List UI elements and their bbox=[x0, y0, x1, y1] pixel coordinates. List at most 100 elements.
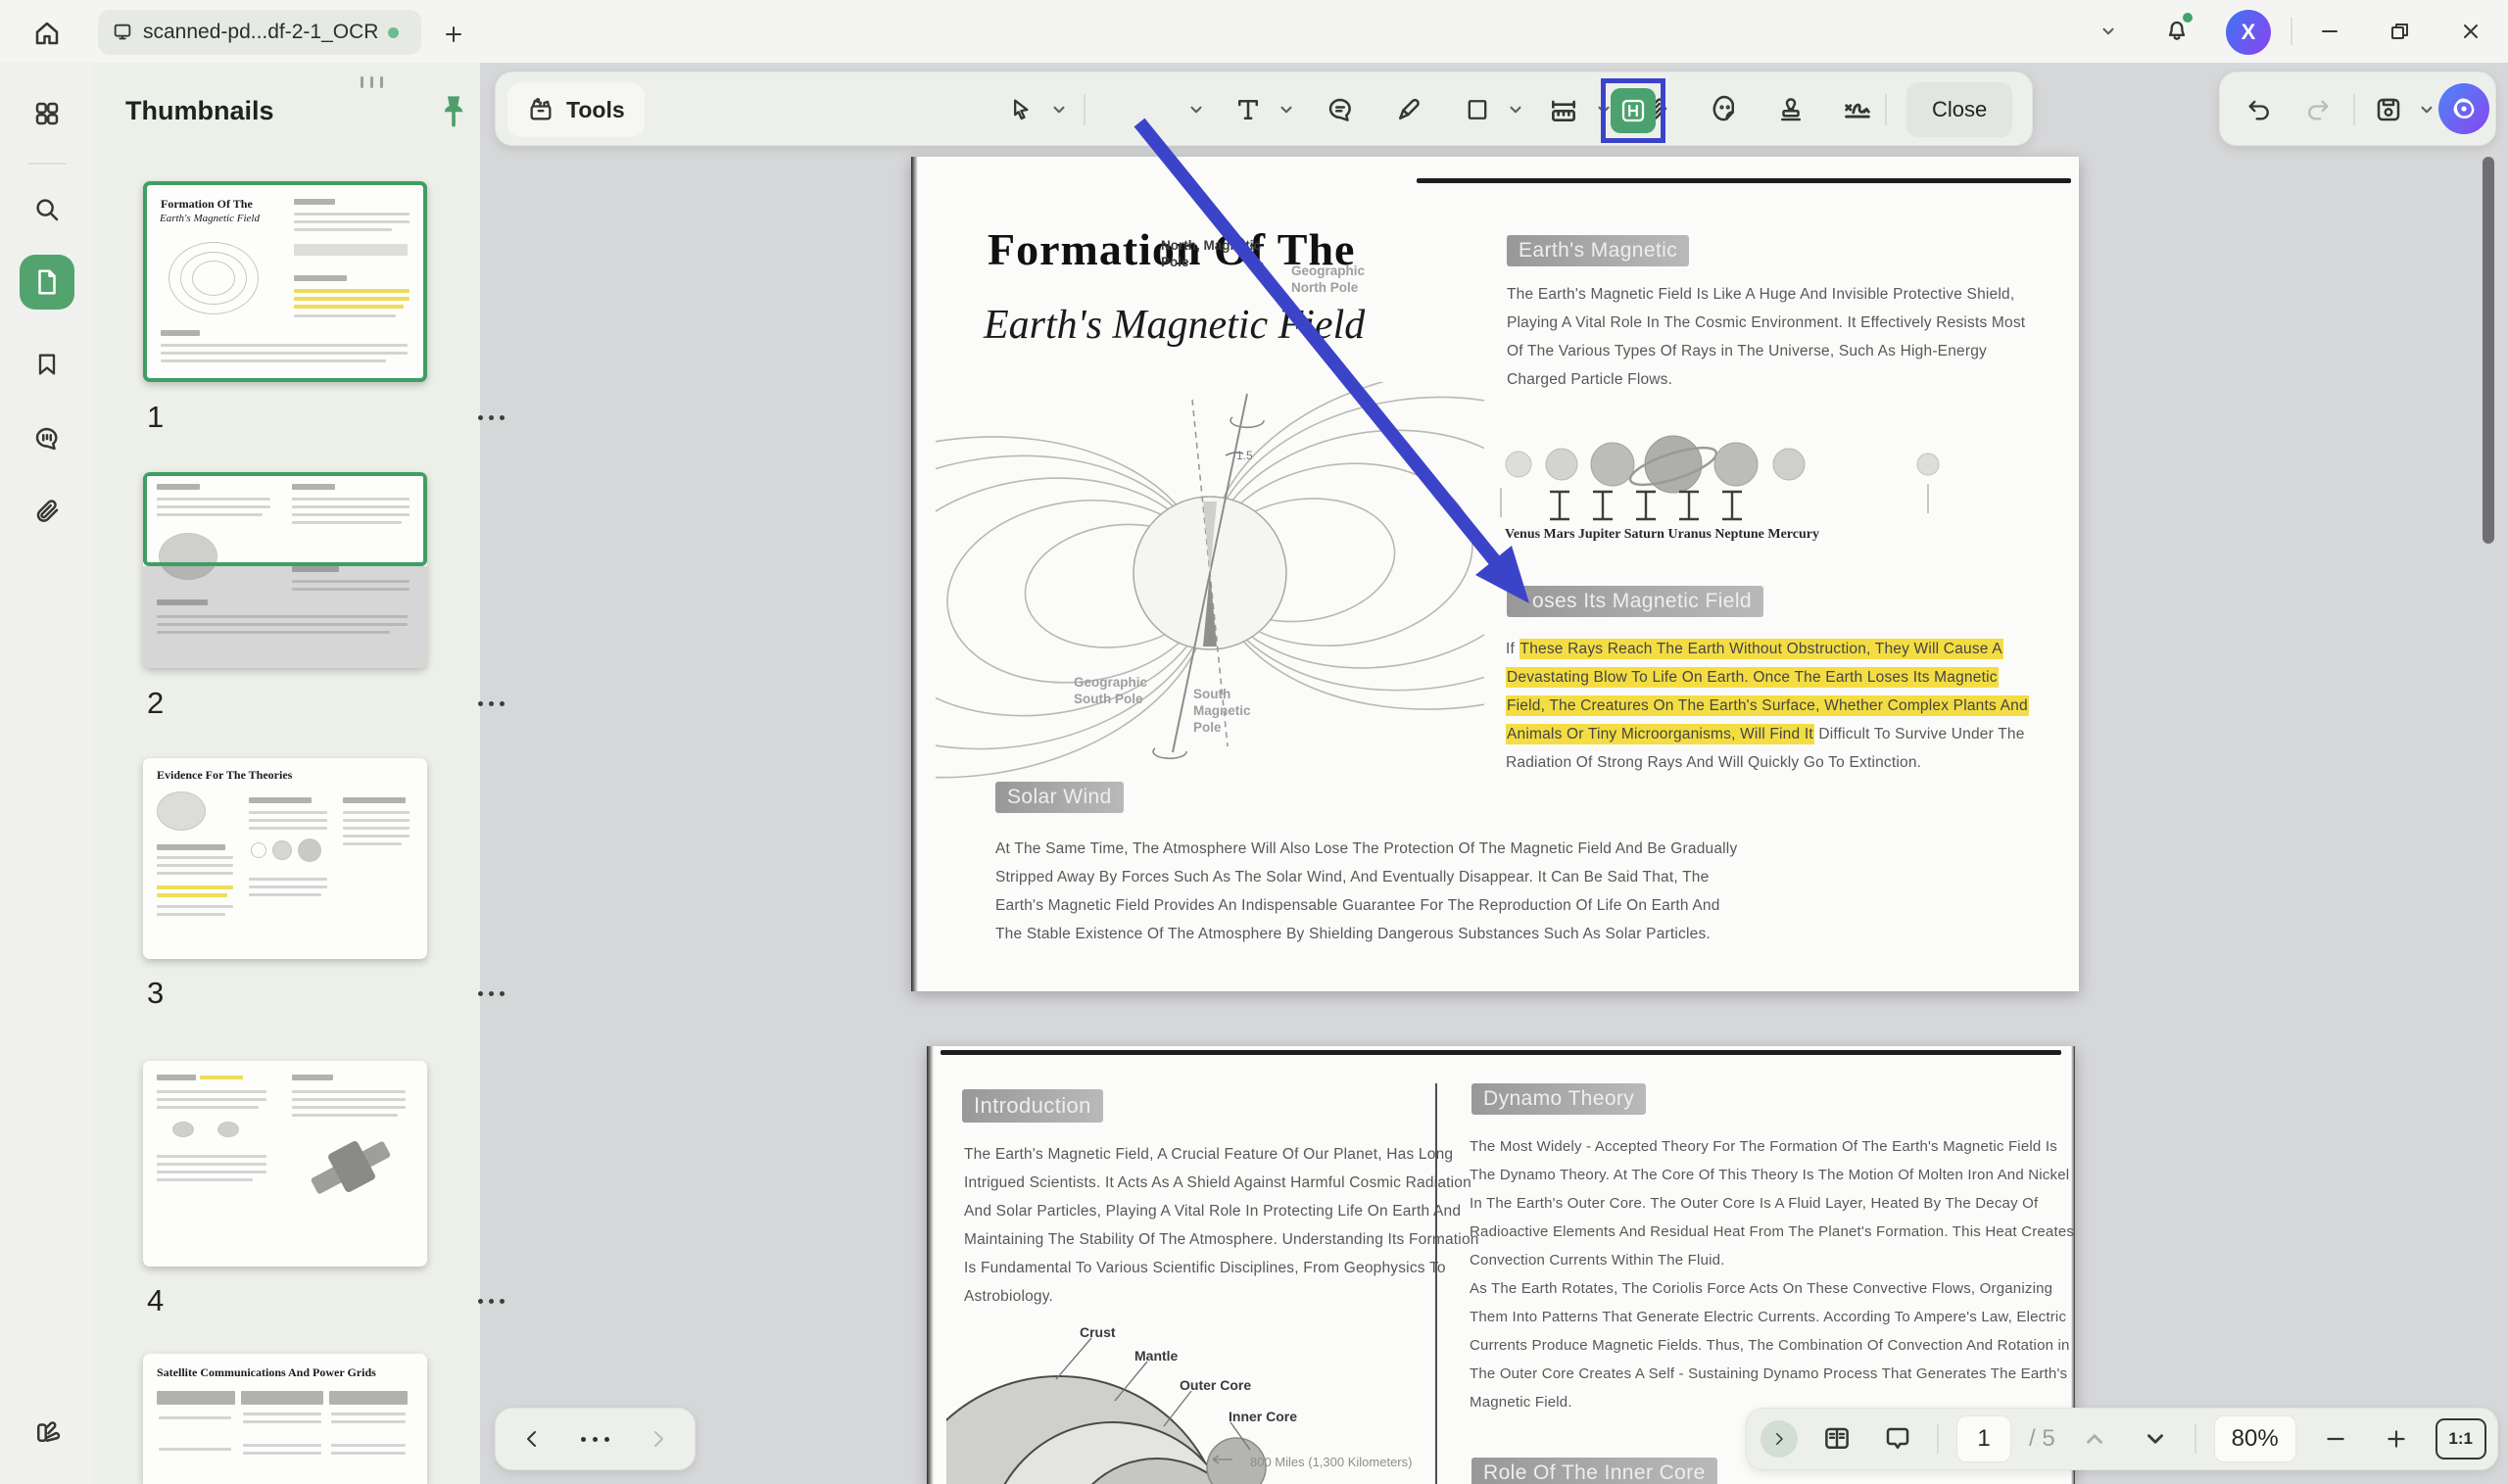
sidebar-item-themes[interactable] bbox=[20, 1405, 74, 1460]
thumb2-outside-viewport bbox=[143, 566, 427, 668]
plus-icon bbox=[2384, 1426, 2409, 1452]
text-tool-button[interactable] bbox=[1223, 84, 1274, 135]
close-window-button[interactable] bbox=[2449, 0, 2492, 63]
signature-tool-button[interactable] bbox=[1832, 84, 1883, 135]
thumbnail-page-1[interactable]: Formation Of The Earth's Magnetic Field bbox=[143, 181, 427, 382]
comment-tool-button[interactable] bbox=[1315, 84, 1366, 135]
select-tool-button[interactable] bbox=[995, 84, 1046, 135]
thumb2-number: 2 bbox=[147, 686, 164, 721]
zoom-in-button[interactable] bbox=[2375, 1417, 2418, 1460]
back-button[interactable] bbox=[521, 1427, 545, 1451]
page-layout-button[interactable] bbox=[1815, 1417, 1858, 1460]
sidebar-item-comments[interactable] bbox=[20, 411, 74, 466]
zoom-level-input[interactable]: 80% bbox=[2214, 1415, 2296, 1462]
save-dropdown[interactable] bbox=[2412, 84, 2441, 135]
paragraph-earths-magnetic: The Earth's Magnetic Field Is Like A Hug… bbox=[1507, 280, 2025, 394]
heading-earths-magnetic: Earth's Magnetic bbox=[1507, 235, 1689, 266]
scan-artifact bbox=[940, 1050, 2061, 1055]
pencil-tool-button[interactable] bbox=[1383, 84, 1434, 135]
minimize-button[interactable] bbox=[2308, 0, 2351, 63]
chevron-down-icon bbox=[1507, 101, 1524, 119]
document-page-1[interactable]: Formation Of The Earth's Magnetic Field bbox=[911, 157, 2079, 991]
chevron-down-icon bbox=[1187, 101, 1205, 119]
save-button[interactable] bbox=[2363, 84, 2414, 135]
sticker-tool-button[interactable] bbox=[1699, 84, 1750, 135]
paragraph-dynamo-theory: The Most Widely - Accepted Theory For Th… bbox=[1470, 1132, 2074, 1416]
shape-tool-dropdown[interactable] bbox=[1501, 84, 1530, 135]
chevron-down-icon bbox=[1050, 101, 1068, 119]
footer-separator bbox=[1937, 1424, 1939, 1454]
grid-icon bbox=[32, 99, 62, 128]
thumbnail-page-3[interactable]: Evidence For The Theories bbox=[143, 758, 427, 959]
thumbnail-page-4[interactable] bbox=[143, 1061, 427, 1267]
expand-bar-button[interactable] bbox=[1760, 1420, 1798, 1458]
sidebar-item-search[interactable] bbox=[20, 182, 74, 237]
presentation-button[interactable] bbox=[1876, 1417, 1919, 1460]
new-tab-button[interactable] bbox=[437, 18, 470, 51]
comment-icon bbox=[32, 424, 62, 454]
history-nav-bar bbox=[495, 1408, 696, 1470]
notification-dot bbox=[2183, 13, 2193, 23]
thumb4-menu[interactable] bbox=[478, 1299, 505, 1304]
more-actions-button[interactable] bbox=[581, 1437, 609, 1442]
panel-drag-handle[interactable] bbox=[361, 76, 383, 88]
next-page-button[interactable] bbox=[2134, 1417, 2177, 1460]
label-axis-angle: 1.5 bbox=[1236, 448, 1276, 464]
redo-button[interactable] bbox=[2292, 84, 2343, 135]
select-tool-dropdown[interactable] bbox=[1044, 84, 1074, 135]
footer-separator bbox=[2194, 1424, 2196, 1454]
text-tool-dropdown[interactable] bbox=[1272, 84, 1301, 135]
heading-solar-wind: Solar Wind bbox=[995, 782, 1124, 813]
sidebar-item-apps[interactable] bbox=[20, 86, 74, 141]
sticker-icon bbox=[1710, 95, 1739, 124]
thumbnails-panel: Thumbnails Formation Of The Earth's Magn… bbox=[94, 63, 480, 1484]
undo-button[interactable] bbox=[2234, 84, 2285, 135]
planets-caption: Venus Mars Jupiter Saturn Uranus Neptune… bbox=[1505, 527, 1819, 543]
sidebar-item-bookmarks[interactable] bbox=[20, 337, 74, 392]
paperclip-icon bbox=[32, 497, 62, 526]
sidebar-item-attachments[interactable] bbox=[20, 484, 74, 539]
thumb3-menu[interactable] bbox=[478, 991, 505, 996]
thumb1-title-1: Formation Of The bbox=[161, 197, 253, 212]
highlight-tool-button[interactable] bbox=[1611, 88, 1656, 133]
tab-title: scanned-pd...df-2-1_OCR bbox=[143, 21, 378, 44]
document-tab[interactable]: scanned-pd...df-2-1_OCR bbox=[98, 10, 421, 55]
thumbnail-page-5[interactable]: Satellite Communications And Power Grids bbox=[143, 1354, 427, 1484]
zoom-out-button[interactable] bbox=[2314, 1417, 2357, 1460]
pencil-icon bbox=[1394, 95, 1423, 124]
cursor-icon bbox=[1007, 96, 1035, 123]
sidebar-item-thumbnails[interactable] bbox=[20, 255, 74, 310]
toolbar-separator bbox=[1885, 94, 1887, 125]
close-annotation-button[interactable]: Close bbox=[1906, 82, 2012, 137]
home-button[interactable] bbox=[27, 14, 67, 53]
highlight-tool-selection-box bbox=[1601, 78, 1665, 143]
collapse-toolbar-button[interactable] bbox=[2087, 0, 2130, 63]
highlight-tool-dropdown[interactable] bbox=[1182, 84, 1211, 135]
home-icon bbox=[32, 19, 62, 48]
shape-tool-button[interactable] bbox=[1452, 84, 1503, 135]
vertical-scrollbar[interactable] bbox=[2483, 157, 2494, 544]
signature-icon bbox=[1841, 93, 1874, 126]
pin-icon[interactable] bbox=[439, 94, 468, 127]
planets-illustration bbox=[1499, 423, 1969, 526]
plus-icon bbox=[442, 23, 465, 46]
tools-button[interactable]: Tools bbox=[507, 82, 645, 137]
ai-assistant-button[interactable] bbox=[2438, 83, 2489, 134]
thumbnail-page-2[interactable] bbox=[143, 472, 427, 668]
page-number-input[interactable]: 1 bbox=[1956, 1415, 2011, 1462]
thumb1-menu[interactable] bbox=[478, 415, 505, 420]
thumb2-menu[interactable] bbox=[478, 701, 505, 706]
stamp-tool-button[interactable] bbox=[1765, 84, 1816, 135]
restore-icon bbox=[2388, 20, 2412, 43]
notifications-button[interactable] bbox=[2153, 0, 2200, 63]
actual-size-button[interactable]: 1:1 bbox=[2436, 1418, 2486, 1460]
label-scale: 800 Miles (1,300 Kilometers) bbox=[1250, 1454, 1436, 1470]
ai-sparkle-icon bbox=[2448, 93, 2480, 124]
measure-tool-button[interactable] bbox=[1538, 84, 1589, 135]
comment-bubble-icon bbox=[1326, 95, 1355, 124]
previous-page-button[interactable] bbox=[2073, 1417, 2116, 1460]
avatar[interactable]: X bbox=[2226, 10, 2271, 55]
search-icon bbox=[32, 195, 62, 224]
restore-button[interactable] bbox=[2379, 0, 2422, 63]
forward-button[interactable] bbox=[646, 1427, 669, 1451]
